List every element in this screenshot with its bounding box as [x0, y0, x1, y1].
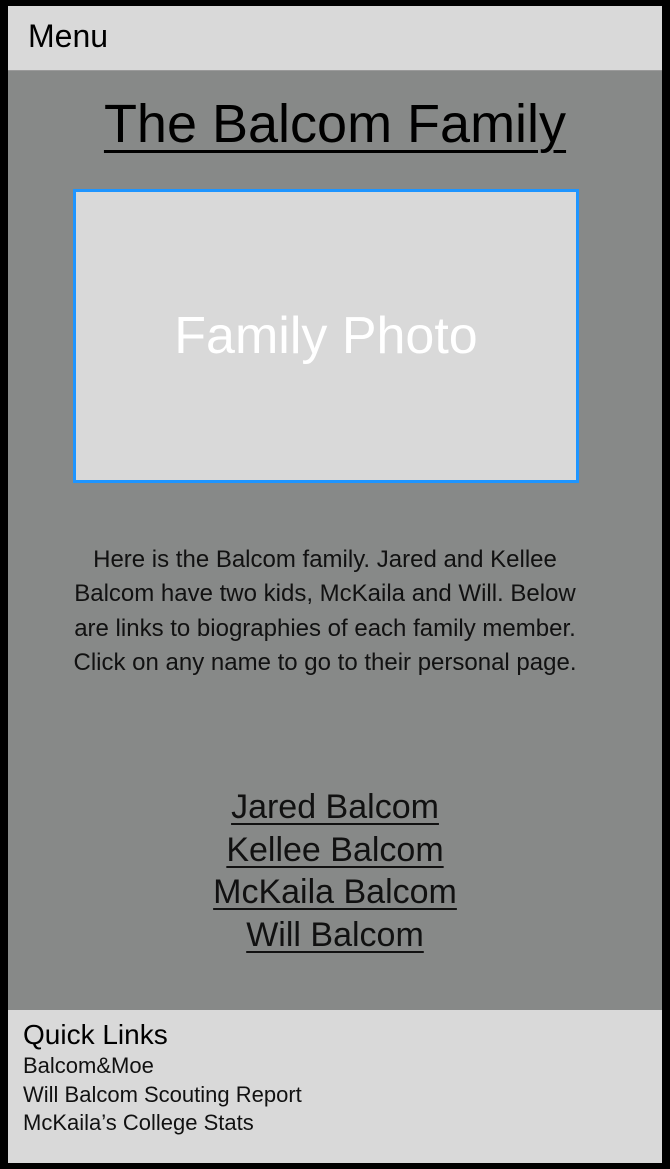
quick-link-college-stats[interactable]: McKaila’s College Stats — [23, 1109, 302, 1138]
link-jared-balcom[interactable]: Jared Balcom — [8, 786, 662, 829]
page-title-text: The Balcom Family — [103, 94, 567, 154]
link-kellee-balcom[interactable]: Kellee Balcom — [8, 829, 662, 872]
quick-link-balcom-moe[interactable]: Balcom&Moe — [23, 1052, 302, 1081]
main-content: The Balcom Family Family Photo Here is t… — [8, 71, 662, 1010]
member-links: Jared Balcom Kellee Balcom McKaila Balco… — [8, 786, 662, 956]
header-bar: Menu — [8, 6, 662, 71]
link-mckaila-balcom[interactable]: McKaila Balcom — [8, 871, 662, 914]
quick-links-list: Balcom&Moe Will Balcom Scouting Report M… — [23, 1052, 302, 1138]
quick-link-scouting-report[interactable]: Will Balcom Scouting Report — [23, 1081, 302, 1110]
family-photo-label: Family Photo — [174, 307, 478, 365]
menu-button[interactable]: Menu — [28, 18, 108, 55]
page-title: The Balcom Family — [8, 93, 662, 155]
family-photo-placeholder: Family Photo — [73, 189, 579, 483]
quick-links-title: Quick Links — [23, 1019, 168, 1050]
family-description: Here is the Balcom family. Jared and Kel… — [73, 546, 577, 676]
link-will-balcom[interactable]: Will Balcom — [8, 914, 662, 957]
quick-links-footer: Quick Links Balcom&Moe Will Balcom Scout… — [8, 1010, 662, 1163]
